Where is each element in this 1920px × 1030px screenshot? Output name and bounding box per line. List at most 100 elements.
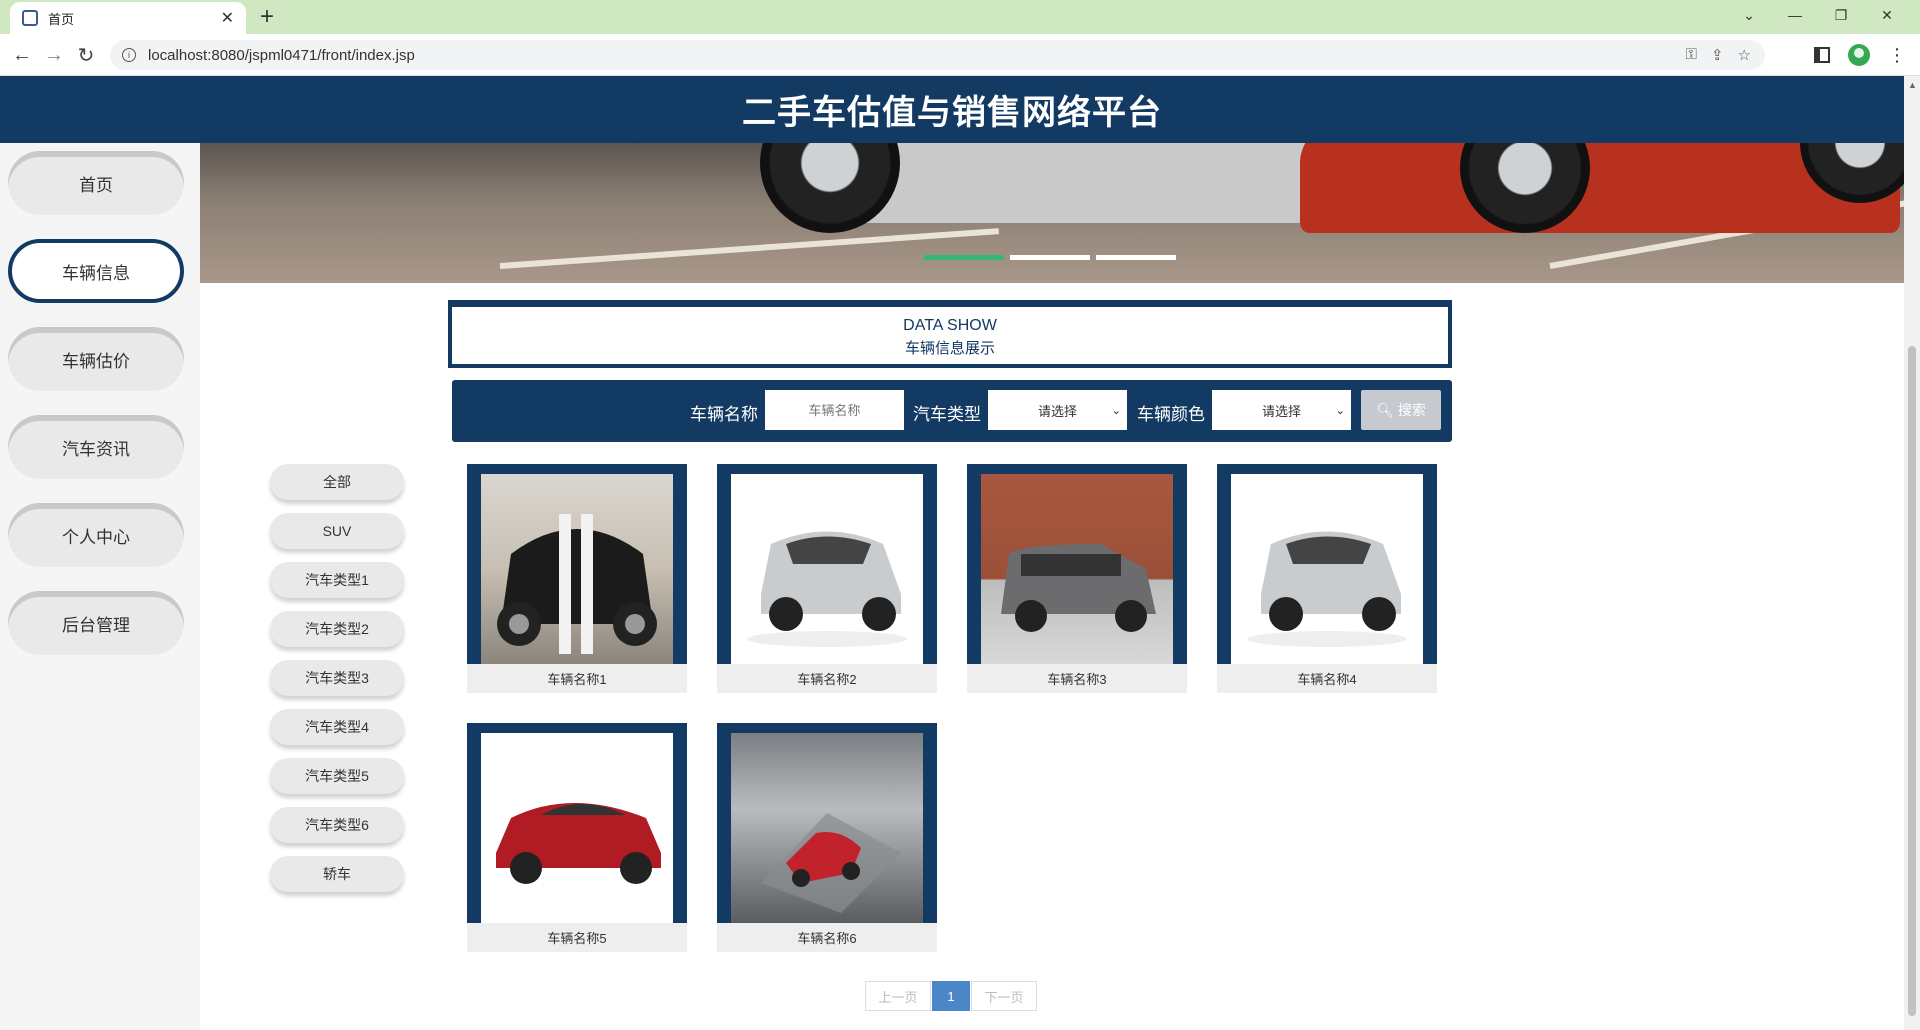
chevron-down-icon: ⌄ bbox=[1111, 404, 1121, 417]
next-page-button[interactable]: 下一页 bbox=[971, 981, 1037, 1011]
search-button[interactable]: 🔍︎ 搜索 bbox=[1361, 390, 1441, 430]
product-name: 车辆名称4 bbox=[1217, 664, 1437, 693]
minimize-icon[interactable]: — bbox=[1772, 0, 1818, 30]
category-all[interactable]: 全部 bbox=[270, 464, 404, 500]
bookmark-star-icon[interactable]: ☆ bbox=[1738, 46, 1751, 64]
side-panel-icon[interactable] bbox=[1814, 47, 1830, 63]
car-type-label: 汽车类型 bbox=[913, 405, 981, 424]
product-image[interactable] bbox=[981, 474, 1173, 664]
category-label: 汽车类型4 bbox=[305, 719, 369, 735]
browser-tab-strip: 首页 ✕ + ⌄ — ❐ ✕ bbox=[0, 0, 1920, 34]
category-label: 轿车 bbox=[323, 866, 351, 882]
carousel-dot[interactable] bbox=[1010, 255, 1090, 260]
section-heading: DATA SHOW 车辆信息展示 bbox=[448, 300, 1452, 368]
product-image[interactable] bbox=[1231, 474, 1423, 664]
car-type-select[interactable]: 请选择 ⌄ bbox=[988, 390, 1127, 430]
product-name: 车辆名称3 bbox=[967, 664, 1187, 693]
page-number-button[interactable]: 1 bbox=[932, 981, 970, 1011]
carousel-indicators bbox=[924, 255, 1176, 260]
search-button-label: 搜索 bbox=[1397, 402, 1426, 418]
car-type-value: 请选择 bbox=[1037, 403, 1077, 419]
section-title-cn: 车辆信息展示 bbox=[904, 340, 995, 357]
key-icon[interactable]: ⚿ bbox=[1686, 46, 1697, 64]
reload-icon[interactable]: ↻ bbox=[72, 41, 100, 69]
car-color-value: 请选择 bbox=[1261, 403, 1301, 419]
product-image[interactable] bbox=[481, 733, 673, 923]
category-label: 汽车类型2 bbox=[305, 621, 369, 637]
vehicle-name-label: 车辆名称 bbox=[690, 405, 758, 424]
category-type3[interactable]: 汽车类型3 bbox=[270, 660, 404, 696]
category-label: 汽车类型5 bbox=[305, 768, 369, 784]
restore-icon[interactable]: ❐ bbox=[1818, 0, 1864, 30]
category-label: 汽车类型1 bbox=[305, 572, 369, 588]
chevron-down-icon: ⌄ bbox=[1335, 404, 1345, 417]
category-suv[interactable]: SUV bbox=[270, 513, 404, 549]
car-color-label: 车辆颜色 bbox=[1137, 405, 1205, 424]
page-scrollbar[interactable]: ▲ bbox=[1904, 76, 1920, 1030]
address-bar: ← → ↻ i localhost:8080/jspml0471/front/i… bbox=[0, 34, 1920, 76]
banner-carousel[interactable] bbox=[200, 143, 1904, 283]
product-image[interactable] bbox=[731, 474, 923, 664]
side-nav-label: 车辆信息 bbox=[62, 263, 130, 283]
window-controls: ⌄ — ❐ ✕ bbox=[1726, 0, 1910, 30]
product-name: 车辆名称5 bbox=[467, 923, 687, 952]
url-field[interactable]: i localhost:8080/jspml0471/front/index.j… bbox=[110, 40, 1765, 70]
share-icon[interactable]: ⇪ bbox=[1711, 46, 1724, 64]
side-nav-home[interactable]: 首页 bbox=[8, 151, 184, 215]
car-illustration bbox=[497, 514, 657, 654]
car-illustration bbox=[1247, 531, 1407, 647]
site-info-icon[interactable]: i bbox=[122, 48, 136, 62]
forward-icon[interactable]: → bbox=[40, 41, 68, 69]
side-nav-valuation[interactable]: 车辆估价 bbox=[8, 327, 184, 391]
category-type2[interactable]: 汽车类型2 bbox=[270, 611, 404, 647]
side-nav-label: 汽车资讯 bbox=[62, 439, 130, 459]
product-card[interactable]: 车辆名称1 bbox=[467, 464, 687, 693]
side-navigation: 首页 车辆信息 车辆估价 汽车资讯 个人中心 后台管理 bbox=[0, 143, 200, 1030]
url-text: localhost:8080/jspml0471/front/index.jsp bbox=[148, 46, 415, 64]
category-label: SUV bbox=[322, 523, 352, 539]
side-nav-news[interactable]: 汽车资讯 bbox=[8, 415, 184, 479]
scroll-thumb[interactable] bbox=[1908, 346, 1916, 1016]
car-color-select[interactable]: 请选择 ⌄ bbox=[1212, 390, 1351, 430]
carousel-dot[interactable] bbox=[924, 255, 1004, 260]
product-card[interactable]: 车辆名称2 bbox=[717, 464, 937, 693]
product-card[interactable]: 车辆名称5 bbox=[467, 723, 687, 952]
carousel-dot[interactable] bbox=[1096, 255, 1176, 260]
category-label: 汽车类型3 bbox=[305, 670, 369, 686]
scroll-up-icon[interactable]: ▲ bbox=[1908, 80, 1917, 90]
search-icon: 🔍︎ bbox=[1376, 401, 1394, 418]
side-nav-vehicle-info[interactable]: 车辆信息 bbox=[8, 239, 184, 303]
product-image[interactable] bbox=[731, 733, 923, 923]
category-type1[interactable]: 汽车类型1 bbox=[270, 562, 404, 598]
tab-title: 首页 bbox=[48, 11, 75, 27]
car-illustration bbox=[1001, 544, 1156, 632]
side-nav-admin[interactable]: 后台管理 bbox=[8, 591, 184, 655]
vehicle-name-input[interactable] bbox=[765, 390, 904, 430]
back-icon[interactable]: ← bbox=[8, 41, 36, 69]
new-tab-icon[interactable]: + bbox=[260, 3, 274, 31]
prev-page-button[interactable]: 上一页 bbox=[865, 981, 931, 1011]
category-sedan[interactable]: 轿车 bbox=[270, 856, 404, 892]
side-nav-label: 后台管理 bbox=[62, 615, 130, 635]
profile-avatar-icon[interactable] bbox=[1848, 44, 1870, 66]
car-illustration bbox=[496, 803, 661, 884]
category-type5[interactable]: 汽车类型5 bbox=[270, 758, 404, 794]
product-card[interactable]: 车辆名称6 bbox=[717, 723, 937, 952]
tab-search-icon[interactable]: ⌄ bbox=[1726, 0, 1772, 30]
car-illustration bbox=[761, 813, 901, 913]
close-window-icon[interactable]: ✕ bbox=[1864, 0, 1910, 30]
close-tab-icon[interactable]: ✕ bbox=[221, 8, 234, 28]
side-nav-label: 首页 bbox=[79, 175, 113, 195]
section-title-en: DATA SHOW bbox=[903, 317, 997, 334]
product-name: 车辆名称1 bbox=[467, 664, 687, 693]
product-card[interactable]: 车辆名称4 bbox=[1217, 464, 1437, 693]
product-card[interactable]: 车辆名称3 bbox=[967, 464, 1187, 693]
category-type4[interactable]: 汽车类型4 bbox=[270, 709, 404, 745]
side-nav-label: 车辆估价 bbox=[62, 351, 130, 371]
product-name: 车辆名称2 bbox=[717, 664, 937, 693]
category-type6[interactable]: 汽车类型6 bbox=[270, 807, 404, 843]
side-nav-profile[interactable]: 个人中心 bbox=[8, 503, 184, 567]
browser-tab[interactable]: 首页 ✕ bbox=[10, 2, 246, 34]
product-image[interactable] bbox=[481, 474, 673, 664]
browser-menu-icon[interactable]: ⋮ bbox=[1888, 45, 1906, 66]
